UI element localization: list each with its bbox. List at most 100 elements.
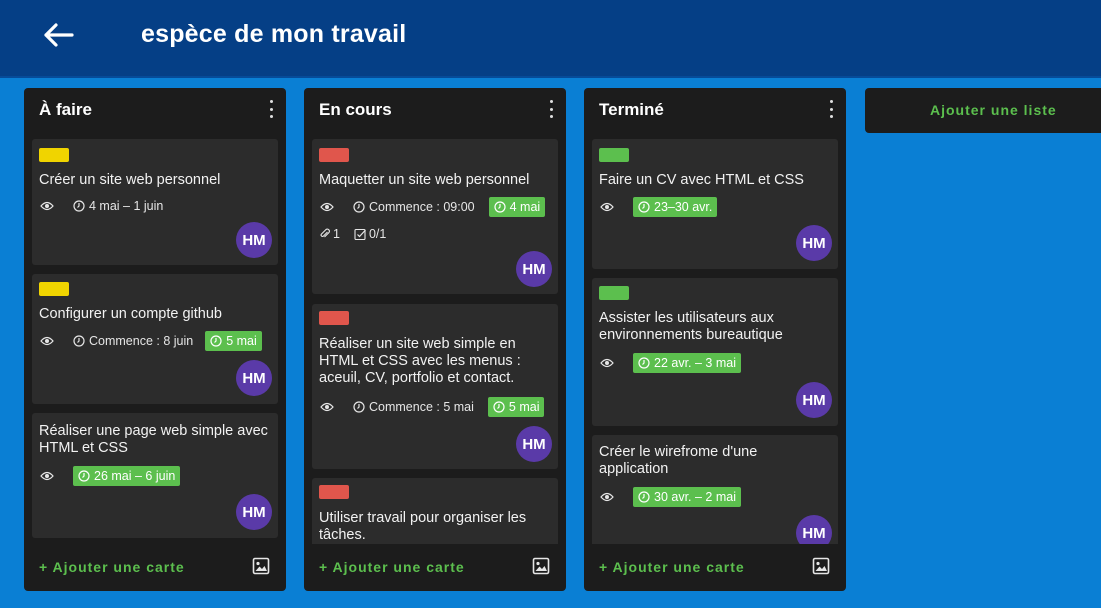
app-bar: espèce de mon travail xyxy=(0,0,1101,78)
back-button[interactable] xyxy=(38,18,78,52)
card-title: Assister les utilisateurs aux environnem… xyxy=(599,310,783,343)
eye-icon xyxy=(599,490,615,504)
eye-icon xyxy=(39,334,55,348)
add-card-button[interactable]: + Ajouter une carte xyxy=(39,559,185,575)
eye-icon xyxy=(599,200,615,214)
due-badge: 5 mai xyxy=(205,331,262,351)
label-yellow xyxy=(39,148,69,162)
avatar[interactable]: HM xyxy=(796,515,832,544)
eye-icon xyxy=(39,469,55,483)
checkbox-icon xyxy=(354,228,366,240)
image-icon[interactable] xyxy=(532,557,550,575)
due-badge: 4 mai xyxy=(488,197,546,217)
clock-icon xyxy=(73,335,85,347)
list-header: En cours xyxy=(304,88,566,132)
card-title: Configurer un compte github xyxy=(39,306,222,322)
card[interactable]: Créer le wirefrome d'une application 30 … xyxy=(592,435,838,544)
list-a-faire: À faire Créer un site web personnel 4 ma… xyxy=(24,88,286,591)
list-en-cours: En cours Maquetter un site web personnel… xyxy=(304,88,566,591)
start-date: Commence : 09:00 xyxy=(353,197,475,217)
list-header: À faire xyxy=(24,88,286,132)
clock-icon xyxy=(638,357,650,369)
list-header: Terminé xyxy=(584,88,846,132)
paperclip-icon xyxy=(320,228,330,238)
card-title: Créer le wirefrome d'une application xyxy=(599,444,758,477)
card[interactable]: Réaliser une page web simple avec HTML e… xyxy=(32,413,278,538)
avatar[interactable]: HM xyxy=(236,222,272,258)
label-yellow xyxy=(39,282,69,296)
add-card-button[interactable]: + Ajouter une carte xyxy=(319,559,465,575)
clock-icon xyxy=(638,201,650,213)
due-badge: 30 avr. – 2 mai xyxy=(633,487,741,507)
date-text: 4 mai – 1 juin xyxy=(89,199,164,213)
clock-icon xyxy=(210,335,222,347)
list-footer: + Ajouter une carte xyxy=(584,545,846,591)
card-list: Maquetter un site web personnel Commence… xyxy=(312,139,558,544)
board-title: espèce de mon travail xyxy=(141,20,407,48)
card-title: Réaliser un site web simple en HTML et C… xyxy=(319,336,521,386)
add-card-button[interactable]: + Ajouter une carte xyxy=(599,559,745,575)
card[interactable]: Faire un CV avec HTML et CSS 23–30 avr. … xyxy=(592,139,838,269)
list-title: À faire xyxy=(39,100,92,119)
due-text: 4 mai xyxy=(509,200,541,214)
card-list: Créer un site web personnel 4 mai – 1 ju… xyxy=(32,139,278,544)
date-text: Commence : 09:00 xyxy=(369,200,475,214)
image-icon[interactable] xyxy=(812,557,830,575)
date-info: 4 mai – 1 juin xyxy=(73,196,163,216)
due-badge: 26 mai – 6 juin xyxy=(73,466,181,486)
image-icon[interactable] xyxy=(252,557,270,575)
avatar[interactable]: HM xyxy=(516,426,552,462)
avatar[interactable]: HM xyxy=(796,382,832,418)
avatar[interactable]: HM xyxy=(516,251,552,287)
list-title: En cours xyxy=(319,100,392,119)
card-meta: Commence : 09:00 4 mai xyxy=(319,197,546,217)
due-badge: 22 avr. – 3 mai xyxy=(633,353,741,373)
clock-icon xyxy=(73,200,85,212)
avatar[interactable]: HM xyxy=(796,225,832,261)
date-text: Commence : 5 mai xyxy=(369,400,474,414)
card-title: Créer un site web personnel xyxy=(39,172,221,188)
card-meta: 26 mai – 6 juin xyxy=(39,466,181,486)
due-text: 5 mai xyxy=(508,400,540,414)
card[interactable]: Utiliser travail pour organiser les tâch… xyxy=(312,478,558,544)
list-footer: + Ajouter une carte xyxy=(24,545,286,591)
start-date: Commence : 5 mai xyxy=(353,397,474,417)
list-termine: Terminé Faire un CV avec HTML et CSS 23–… xyxy=(584,88,846,591)
card-title: Réaliser une page web simple avec HTML e… xyxy=(39,423,268,456)
card-badges: 1 0/1 xyxy=(319,227,400,241)
card[interactable]: Configurer un compte github Commence : 8… xyxy=(32,274,278,404)
add-list-label: Ajouter une liste xyxy=(930,102,1057,118)
card-meta: Commence : 8 juin 5 mai xyxy=(39,331,262,351)
more-vert-icon[interactable] xyxy=(544,100,558,118)
checklist: 0/1 xyxy=(354,227,386,241)
more-vert-icon[interactable] xyxy=(824,100,838,118)
avatar[interactable]: HM xyxy=(236,360,272,396)
due-text: 5 mai xyxy=(226,334,257,348)
list-footer: + Ajouter une carte xyxy=(304,545,566,591)
due-text: 30 avr. – 2 mai xyxy=(654,490,736,504)
card-meta: 23–30 avr. xyxy=(599,197,718,217)
due-badge: 5 mai xyxy=(487,397,545,417)
more-vert-icon[interactable] xyxy=(264,100,278,118)
eye-icon xyxy=(599,356,615,370)
label-red xyxy=(319,311,349,325)
label-green xyxy=(599,286,629,300)
start-date: Commence : 8 juin xyxy=(73,331,193,351)
card-title: Maquetter un site web personnel xyxy=(319,172,530,188)
card-meta: Commence : 5 mai 5 mai xyxy=(319,397,545,417)
clock-icon xyxy=(353,401,365,413)
add-list-button[interactable]: Ajouter une liste xyxy=(865,88,1101,133)
date-text: Commence : 8 juin xyxy=(89,334,194,348)
card[interactable]: Créer un site web personnel 4 mai – 1 ju… xyxy=(32,139,278,265)
due-text: 23–30 avr. xyxy=(654,200,713,214)
attachments-count: 1 xyxy=(333,227,340,241)
avatar[interactable]: HM xyxy=(236,494,272,530)
list-title: Terminé xyxy=(599,100,664,119)
card[interactable]: Assister les utilisateurs aux environnem… xyxy=(592,278,838,426)
clock-icon xyxy=(638,491,650,503)
clock-icon xyxy=(353,201,365,213)
card[interactable]: Réaliser un site web simple en HTML et C… xyxy=(312,304,558,469)
card[interactable]: Maquetter un site web personnel Commence… xyxy=(312,139,558,294)
card-title: Faire un CV avec HTML et CSS xyxy=(599,172,804,188)
clock-icon xyxy=(78,470,90,482)
